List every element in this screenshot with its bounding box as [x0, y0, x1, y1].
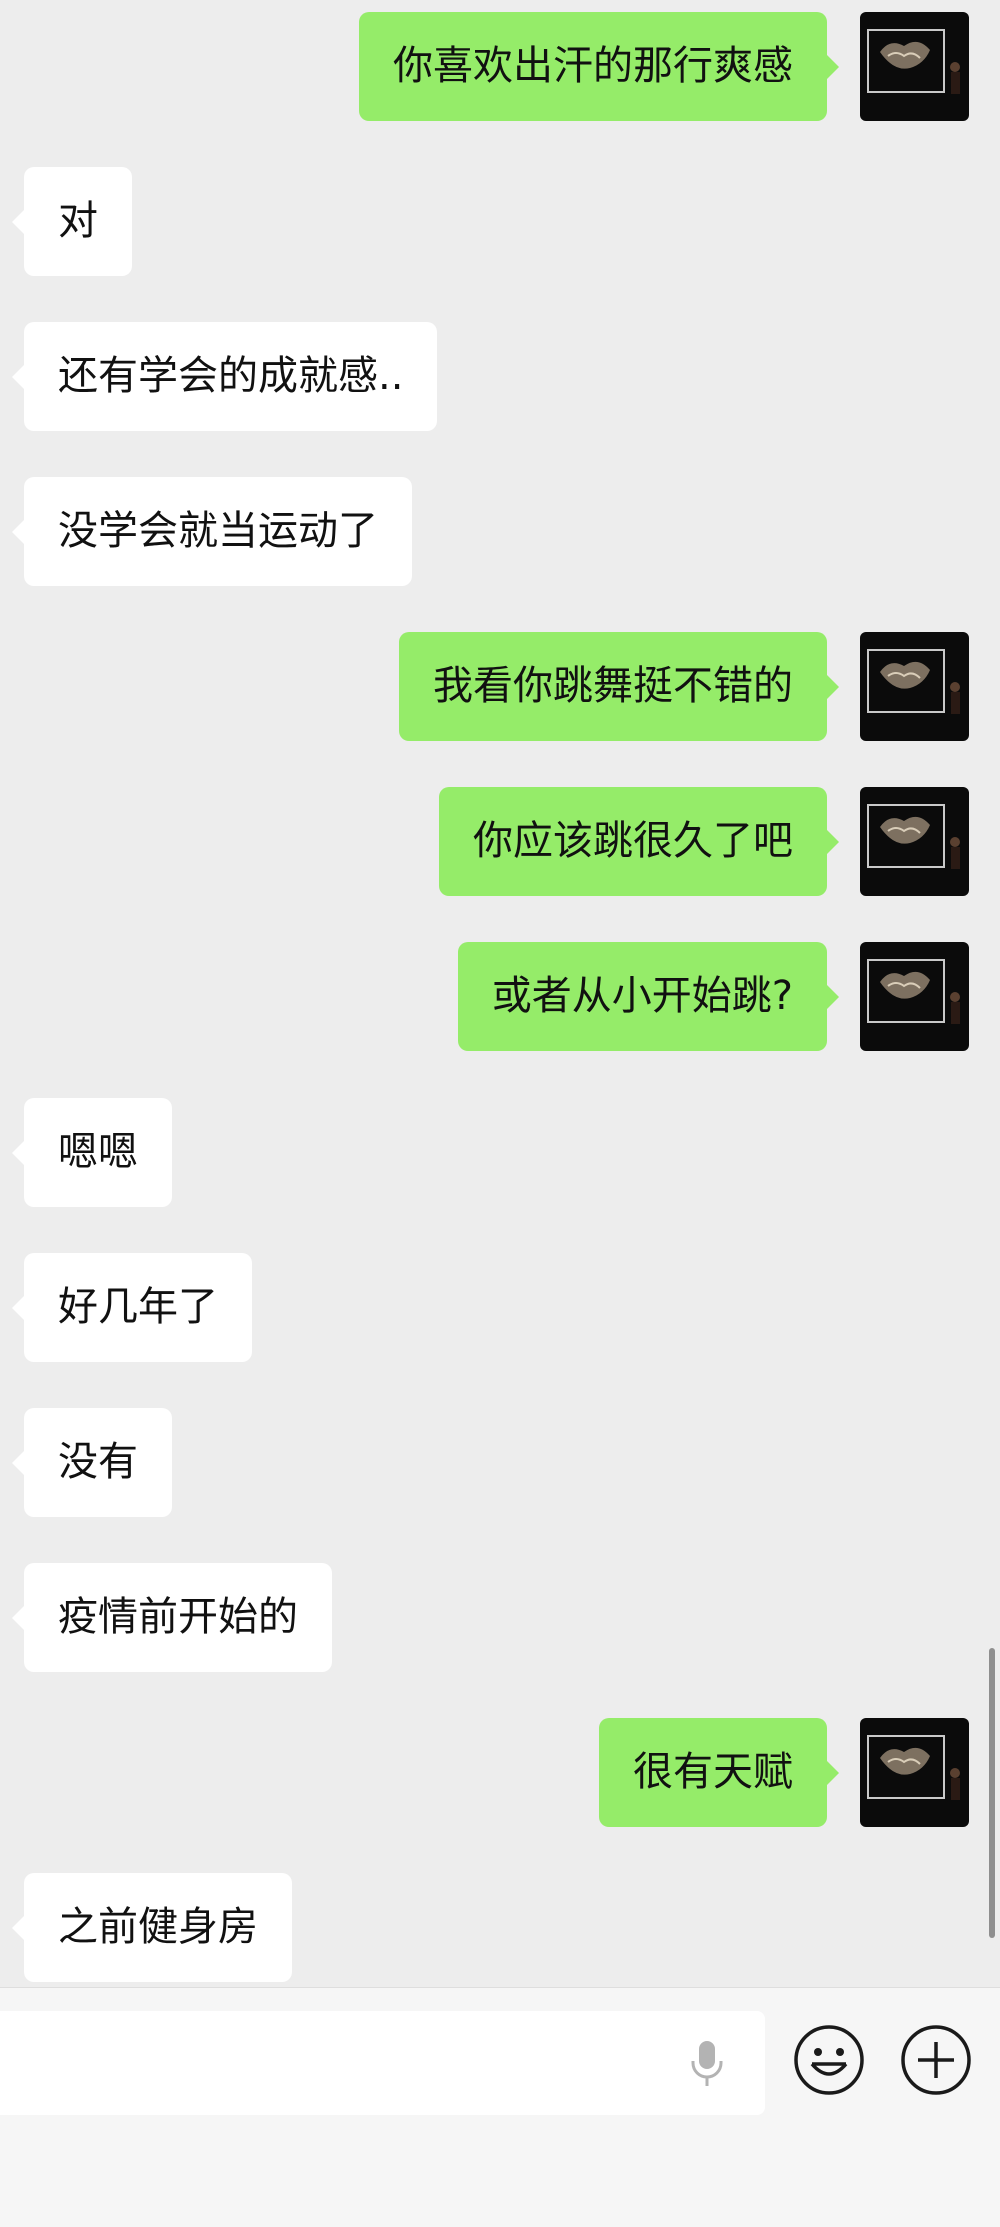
own-avatar[interactable]	[860, 787, 969, 896]
avatar-image-icon	[867, 1735, 960, 1800]
message-row-outgoing: 你喜欢出汗的那行爽感	[0, 12, 1000, 121]
incoming-message-bubble[interactable]: 还有学会的成就感..	[11, 322, 438, 431]
plus-circle-icon[interactable]	[900, 2024, 972, 2096]
own-avatar[interactable]	[860, 632, 969, 741]
message-row-outgoing: 你应该跳很久了吧	[0, 787, 1000, 896]
message-row-incoming: 没有	[0, 1408, 1000, 1517]
incoming-message-bubble[interactable]: 没学会就当运动了	[12, 477, 412, 586]
own-avatar[interactable]	[860, 12, 969, 121]
avatar-image-icon	[867, 649, 960, 714]
avatar-image-icon	[867, 959, 960, 1024]
outgoing-message-bubble[interactable]: 或者从小开始跳?	[457, 942, 840, 1051]
message-row-incoming: 还有学会的成就感..	[0, 322, 1000, 431]
outgoing-message-bubble[interactable]: 很有天赋	[599, 1718, 839, 1827]
chat-message-list[interactable]: 你喜欢出汗的那行爽感 对 还有学会的成就感.. 没学会就当运动了 我看你跳舞挺不…	[0, 0, 1000, 1987]
message-row-outgoing: 或者从小开始跳?	[0, 942, 1000, 1051]
avatar-image-icon	[867, 804, 960, 869]
message-row-incoming: 之前健身房	[0, 1873, 1000, 1982]
message-row-incoming: 好几年了	[0, 1253, 1000, 1362]
outgoing-message-bubble[interactable]: 我看你跳舞挺不错的	[399, 632, 839, 741]
incoming-message-bubble[interactable]: 之前健身房	[12, 1873, 292, 1982]
chat-scrollbar[interactable]	[989, 1648, 995, 1938]
message-row-incoming: 疫情前开始的	[0, 1563, 1000, 1672]
microphone-icon[interactable]	[687, 2039, 727, 2089]
own-avatar[interactable]	[860, 1718, 969, 1827]
message-row-outgoing: 很有天赋	[0, 1718, 1000, 1827]
message-input[interactable]	[0, 2011, 765, 2115]
message-row-incoming: 嗯嗯	[0, 1098, 1000, 1207]
incoming-message-bubble[interactable]: 疫情前开始的	[12, 1563, 332, 1672]
incoming-message-bubble[interactable]: 好几年了	[12, 1253, 252, 1362]
own-avatar[interactable]	[860, 942, 969, 1051]
incoming-message-bubble[interactable]: 嗯嗯	[12, 1098, 172, 1207]
incoming-message-bubble[interactable]: 对	[12, 167, 132, 276]
incoming-message-bubble[interactable]: 没有	[12, 1408, 172, 1517]
outgoing-message-bubble[interactable]: 你应该跳很久了吧	[439, 787, 839, 896]
message-row-incoming: 对	[0, 167, 1000, 276]
avatar-image-icon	[867, 29, 960, 94]
message-row-incoming: 没学会就当运动了	[0, 477, 1000, 586]
message-row-outgoing: 我看你跳舞挺不错的	[0, 632, 1000, 741]
outgoing-message-bubble[interactable]: 你喜欢出汗的那行爽感	[359, 12, 839, 121]
chat-input-bar	[0, 1987, 1000, 2227]
smiley-face-icon[interactable]	[793, 2024, 865, 2096]
